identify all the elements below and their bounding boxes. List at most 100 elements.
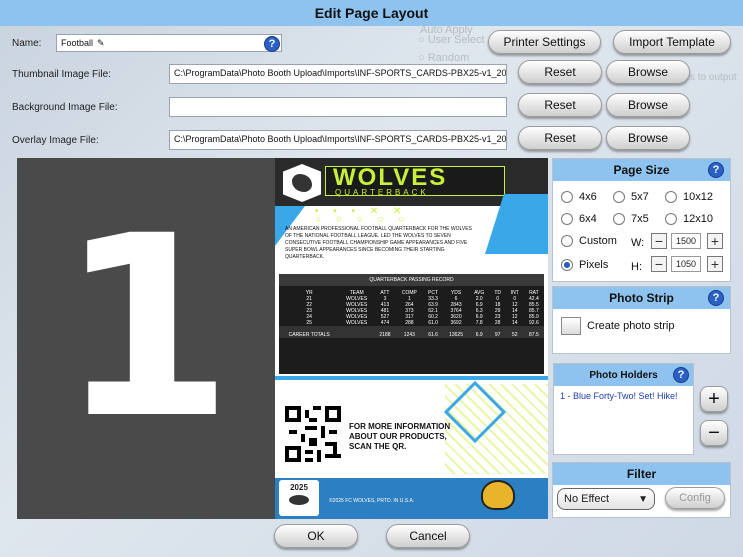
career-totals-row: CAREER TOTALS 2188 1243 61.6 13625 6.9 97 52 87.… [279,326,544,338]
career-cell [339,326,374,338]
ghost-user-select: ○ User Select [418,34,485,46]
radio-icon [613,213,625,225]
career-cell: 2188 [379,332,391,338]
career-cell: 97 [494,332,501,338]
width-label: W: [631,237,645,249]
page-size-title: Page Size [613,163,670,177]
career-cell: CAREER TOTALS [288,332,330,338]
ok-button[interactable]: OK [274,524,358,548]
career-cell: 87.5 [529,332,539,338]
year-label: 2025 [290,483,308,492]
config-button[interactable]: Config [665,487,725,509]
helmet-icon [481,480,515,510]
qr-caption: FOR MORE INFORMATION ABOUT OUR PRODUCTS,… [349,422,451,451]
width-input[interactable]: 1500 [671,233,701,249]
photo-strip-checkbox[interactable]: Create photo strip [561,317,674,335]
size-5x7[interactable]: 5x7 [613,191,649,203]
height-decrement-button[interactable]: − [651,256,667,272]
year-badge: 2025 [279,480,319,516]
ghost-random-label: Random [427,52,470,64]
add-holder-button[interactable]: + [700,386,728,412]
card-overlay: WOLVES QUARTERBACK • • • ✕ ✕ ○ ○ ○ ○ ○ AN… [275,158,548,519]
unit-pixels-label: Pixels [579,259,609,271]
filter-selected: No Effect [564,493,610,505]
photo-strip-checkbox-label: Create photo strip [587,320,675,332]
name-label: Name: [12,38,42,49]
size-10x12-label: 10x12 [683,191,713,203]
size-12x10[interactable]: 12x10 [665,213,713,225]
filter-panel: Filter No Effect ▼ Config [552,462,731,518]
page-size-panel: Page Size ? 4x6 5x7 10x12 6x4 7x5 12x10 … [552,158,731,282]
size-4x6-label: 4x6 [579,191,597,203]
stats-title: QUARTERBACK PASSING RECORD [279,274,544,286]
photo-holder-item[interactable]: 1 - Blue Forty-Two! Set! Hike! [554,386,693,406]
ghost-user-select-label: User Select [427,34,485,46]
overlay-browse-button[interactable]: Browse [606,126,690,150]
import-template-button[interactable]: Import Template [613,30,731,54]
background-reset-button[interactable]: Reset [518,93,602,117]
checkbox-icon [561,317,581,335]
stats-grid: YR TEAM ATT COMP PCT YDS AVG TD INT RAT 21 WOLVES 3… [279,290,544,338]
radio-icon [665,191,677,203]
background-file-input[interactable] [169,97,507,117]
career-cell: 61.6 [428,332,438,338]
photo-holder-number: 1 [59,182,233,473]
photo-holders-header: Photo Holders ? [554,364,693,386]
thumbnail-file-input[interactable]: C:\ProgramData\Photo Booth Upload\Import… [169,64,507,84]
blue-divider [275,376,548,380]
stats-body: 21 WOLVES 3 1 33.3 6 2.0 0 0 42.4 22 WOLVES 413 264 63… [279,296,544,338]
filter-header: Filter [553,463,730,485]
player-bio: AN AMERICAN PROFESSIONAL FOOTBALL QUARTE… [285,226,472,260]
stats-table: QUARTERBACK PASSING RECORD YR TEAM ATT COMP… [279,274,544,374]
size-5x7-label: 5x7 [631,191,649,203]
width-decrement-button[interactable]: − [651,233,667,249]
size-7x5[interactable]: 7x5 [613,213,649,225]
photo-holders-panel: Photo Holders ? 1 - Blue Forty-Two! Set!… [553,363,694,455]
career-cell: 1243 [403,332,415,338]
filter-select[interactable]: No Effect ▼ [557,488,655,510]
photo-holders-help-icon[interactable]: ? [673,367,689,383]
size-4x6[interactable]: 4x6 [561,191,597,203]
page-size-header: Page Size ? [553,159,730,181]
overlay-reset-button[interactable]: Reset [518,126,602,150]
printer-settings-button[interactable]: Printer Settings [488,30,601,54]
radio-icon [613,191,625,203]
page-size-help-icon[interactable]: ? [708,162,724,178]
name-input[interactable]: Football ✎ [56,34,282,52]
cancel-button[interactable]: Cancel [386,524,470,548]
qr-code-icon [285,406,341,462]
photo-strip-header: Photo Strip ? [553,287,730,309]
radio-icon [665,213,677,225]
layout-preview: 1 WOLVES QUARTERBACK • • • ✕ ✕ ○ ○ ○ ○ ○ … [17,158,548,519]
overlay-file-input[interactable]: C:\ProgramData\Photo Booth Upload\Import… [169,130,507,150]
name-value: Football [61,38,94,48]
size-7x5-label: 7x5 [631,213,649,225]
size-custom-label: Custom [579,235,617,247]
background-browse-button[interactable]: Browse [606,93,690,117]
size-10x12[interactable]: 10x12 [665,191,713,203]
unit-pixels[interactable]: Pixels [561,259,608,271]
height-label: H: [631,261,642,273]
football-icon [289,495,309,505]
thumbnail-browse-button[interactable]: Browse [606,60,690,84]
window-title: Edit Page Layout [0,0,743,26]
height-increment-button[interactable]: + [707,256,723,272]
photo-strip-panel: Photo Strip ? Create photo strip [552,286,731,354]
chevron-down-icon: ▼ [638,493,648,505]
photo-holder-region[interactable]: 1 [17,158,275,519]
photo-strip-help-icon[interactable]: ? [708,290,724,306]
background-label: Background Image File: [12,102,118,113]
height-input[interactable]: 1050 [671,256,701,272]
width-increment-button[interactable]: + [707,233,723,249]
help-icon[interactable]: ? [264,36,280,52]
ghost-output: s to output [690,72,737,83]
size-12x10-label: 12x10 [683,213,713,225]
size-custom[interactable]: Custom [561,235,617,247]
thumbnail-reset-button[interactable]: Reset [518,60,602,84]
remove-holder-button[interactable]: − [700,420,728,446]
size-6x4[interactable]: 6x4 [561,213,597,225]
radio-selected-icon [561,259,573,271]
career-cell: 52 [511,332,518,338]
ghost-random: ○ Random [418,52,470,64]
thumbnail-label: Thumbnail Image File: [12,69,111,80]
